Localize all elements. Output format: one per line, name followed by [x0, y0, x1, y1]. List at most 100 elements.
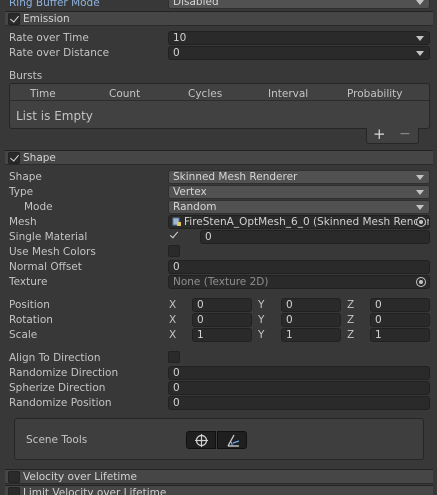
shape-module-header[interactable]: Shape: [5, 150, 433, 165]
scale-y-value: 1: [286, 329, 293, 341]
position-x-field[interactable]: 0: [192, 298, 252, 312]
align-to-direction-label: Align To Direction: [9, 352, 101, 364]
scene-tools-label: Scene Tools: [26, 434, 88, 446]
rotation-label: Rotation: [9, 314, 53, 326]
object-picker-icon[interactable]: [416, 217, 426, 227]
axis-z-label: Z: [347, 299, 355, 311]
scale-z-field[interactable]: 1: [370, 328, 430, 342]
mode-value: Random: [173, 201, 217, 213]
limit-velocity-over-lifetime-header[interactable]: Limit Velocity over Lifetime: [5, 485, 433, 495]
scale-label: Scale: [9, 329, 38, 341]
scale-x-field[interactable]: 1: [192, 328, 252, 342]
randomize-direction-label: Randomize Direction: [9, 367, 119, 379]
chevron-down-icon[interactable]: [416, 51, 424, 56]
shape-label: Shape: [9, 171, 42, 183]
rate-over-distance-label: Rate over Distance: [9, 47, 110, 59]
limit-velocity-over-lifetime-title: Limit Velocity over Lifetime: [23, 487, 167, 495]
rotation-z-field[interactable]: 0: [370, 313, 430, 327]
spherize-direction-label: Spherize Direction: [9, 382, 106, 394]
position-y-value: 0: [286, 299, 293, 311]
type-label: Type: [9, 186, 34, 198]
transform-shape-tool-button[interactable]: [186, 431, 216, 449]
velocity-over-lifetime-header[interactable]: Velocity over Lifetime: [5, 469, 433, 484]
single-material-checkbox[interactable]: [168, 229, 182, 243]
randomize-position-value: 0: [173, 397, 180, 409]
chevron-down-icon: [416, 205, 424, 210]
bursts-column-count: Count: [109, 88, 141, 100]
axis-z-label: Z: [347, 329, 355, 341]
use-mesh-colors-checkbox[interactable]: [168, 245, 180, 257]
randomize-position-label: Randomize Position: [9, 397, 112, 409]
bursts-column-interval: Interval: [268, 88, 309, 100]
texture-object-field[interactable]: None (Texture 2D): [168, 275, 430, 289]
rotation-z-value: 0: [375, 314, 382, 326]
type-dropdown[interactable]: Vertex: [168, 185, 430, 199]
limit-velocity-over-lifetime-checkbox[interactable]: [8, 487, 20, 495]
rotation-x-value: 0: [197, 314, 204, 326]
position-x-value: 0: [197, 299, 204, 311]
bursts-footer: + −: [366, 125, 419, 144]
rate-over-distance-field[interactable]: 0: [168, 46, 430, 60]
position-z-value: 0: [375, 299, 382, 311]
rotation-y-field[interactable]: 0: [281, 313, 341, 327]
scale-y-field[interactable]: 1: [281, 328, 341, 342]
mode-dropdown[interactable]: Random: [168, 200, 430, 214]
emission-enable-checkbox[interactable]: [8, 13, 20, 25]
chevron-down-icon: [416, 0, 424, 5]
normal-offset-field[interactable]: 0: [168, 260, 430, 274]
single-material-index-field[interactable]: 0: [200, 230, 430, 244]
position-label: Position: [9, 299, 50, 311]
bursts-label: Bursts: [9, 70, 43, 82]
type-value: Vertex: [173, 186, 207, 198]
randomize-direction-value: 0: [173, 367, 180, 379]
ring-buffer-mode-value: Disabled: [173, 0, 219, 8]
shape-dropdown[interactable]: Skinned Mesh Renderer: [168, 170, 430, 184]
ring-buffer-mode-label: Ring Buffer Mode: [9, 0, 100, 9]
bursts-column-probability: Probability: [347, 88, 403, 100]
align-to-direction-checkbox[interactable]: [168, 351, 180, 363]
normal-offset-value: 0: [173, 261, 180, 273]
ring-buffer-mode-dropdown[interactable]: Disabled: [168, 0, 430, 9]
axis-x-label: X: [169, 299, 177, 311]
scale-x-value: 1: [197, 329, 204, 341]
remove-burst-button[interactable]: −: [399, 126, 411, 142]
spherize-direction-field[interactable]: 0: [168, 381, 430, 395]
skinned-mesh-icon: [172, 217, 181, 226]
emission-title: Emission: [23, 13, 70, 25]
bursts-column-cycles: Cycles: [188, 88, 223, 100]
axis-y-label: Y: [258, 314, 265, 326]
mesh-value: FireStenA_OptMesh_6_0 (Skinned Mesh Rend…: [184, 216, 430, 228]
rate-over-time-label: Rate over Time: [9, 32, 89, 44]
bursts-column-time: Time: [30, 88, 56, 100]
rate-over-distance-value: 0: [173, 47, 180, 59]
chevron-down-icon[interactable]: [416, 36, 424, 41]
axis-y-label: Y: [258, 329, 265, 341]
randomize-position-field[interactable]: 0: [168, 396, 430, 410]
axis-x-label: X: [169, 329, 177, 341]
axis-z-label: Z: [347, 314, 355, 326]
edit-shape-tool-button[interactable]: [217, 431, 247, 449]
shape-edit-icon: [227, 434, 240, 447]
rate-over-time-field[interactable]: 10: [168, 31, 430, 45]
object-picker-icon[interactable]: [416, 277, 426, 287]
rate-over-time-value: 10: [173, 32, 187, 44]
position-z-field[interactable]: 0: [370, 298, 430, 312]
chevron-down-icon: [416, 190, 424, 195]
velocity-over-lifetime-checkbox[interactable]: [8, 471, 20, 483]
move-gizmo-icon: [195, 434, 208, 447]
texture-label: Texture: [9, 276, 48, 288]
shape-enable-checkbox[interactable]: [8, 152, 20, 164]
chevron-down-icon: [416, 175, 424, 180]
position-y-field[interactable]: 0: [281, 298, 341, 312]
randomize-direction-field[interactable]: 0: [168, 366, 430, 380]
rotation-x-field[interactable]: 0: [192, 313, 252, 327]
emission-module-header[interactable]: Emission: [5, 11, 433, 26]
shape-value: Skinned Mesh Renderer: [173, 171, 298, 183]
mesh-object-field[interactable]: FireStenA_OptMesh_6_0 (Skinned Mesh Rend…: [168, 215, 430, 229]
single-material-index-value: 0: [205, 231, 212, 243]
velocity-over-lifetime-title: Velocity over Lifetime: [23, 471, 137, 483]
add-burst-button[interactable]: +: [373, 125, 386, 143]
axis-y-label: Y: [258, 299, 265, 311]
mode-label: Mode: [24, 201, 53, 213]
mesh-label: Mesh: [9, 216, 37, 228]
